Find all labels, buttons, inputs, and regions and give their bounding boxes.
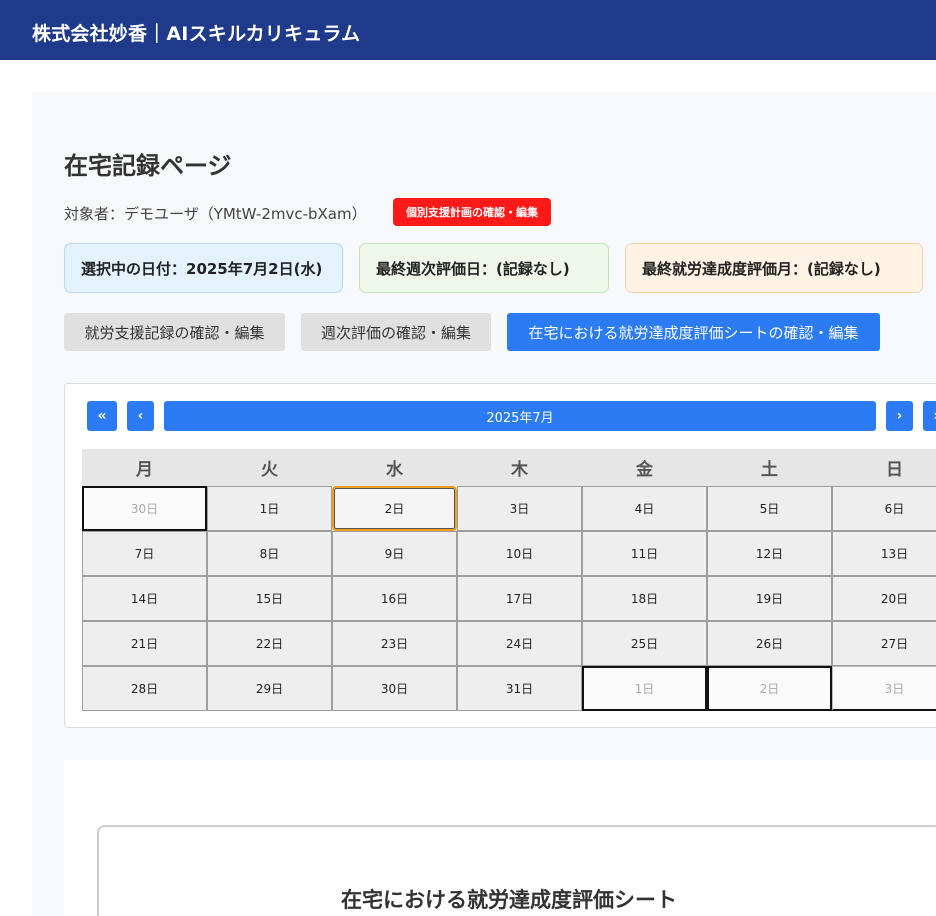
calendar-day[interactable]: 19日 bbox=[707, 576, 832, 621]
achievement-sheet-card: 在宅における就労達成度評価シート bbox=[97, 825, 936, 916]
calendar-day[interactable]: 20日 bbox=[832, 576, 936, 621]
selected-date-info: 選択中の日付：2025年7月2日(水) bbox=[64, 243, 343, 293]
top-header-bar: 株式会社妙香｜AIスキルカリキュラム bbox=[0, 0, 936, 60]
brand-title: 株式会社妙香｜AIスキルカリキュラム bbox=[32, 23, 361, 45]
weekday-fri: 金 bbox=[636, 460, 653, 480]
calendar-day[interactable]: 14日 bbox=[82, 576, 207, 621]
calendar-day[interactable]: 11日 bbox=[582, 531, 707, 576]
weekday-tue: 火 bbox=[261, 460, 278, 480]
calendar-day[interactable]: 1日 bbox=[207, 486, 332, 531]
calendar-day[interactable]: 4日 bbox=[582, 486, 707, 531]
calendar-day[interactable]: 17日 bbox=[457, 576, 582, 621]
calendar-day[interactable]: 8日 bbox=[207, 531, 332, 576]
calendar-day-selected[interactable]: 2日 bbox=[332, 486, 457, 531]
weekday-sun: 日 bbox=[886, 460, 903, 480]
weekday-thu: 木 bbox=[511, 460, 528, 480]
calendar: « ‹ 2025年7月 › » 月 火 水 木 金 土 日 30日1日2日3日4… bbox=[64, 383, 936, 728]
calendar-day[interactable]: 18日 bbox=[582, 576, 707, 621]
subject-user-label: 対象者：デモユーザ（YMtW-2mvc-bXam） bbox=[64, 205, 367, 223]
last-weekly-eval-info: 最終週次評価日：(記録なし) bbox=[359, 243, 609, 293]
last-monthly-eval-info: 最終就労達成度評価月：(記録なし) bbox=[625, 243, 923, 293]
calendar-day[interactable]: 9日 bbox=[332, 531, 457, 576]
next-year-button[interactable]: » bbox=[923, 401, 936, 431]
calendar-day[interactable]: 23日 bbox=[332, 621, 457, 666]
weekday-header: 月 火 水 木 金 土 日 bbox=[82, 449, 936, 486]
next-month-button[interactable]: › bbox=[886, 401, 913, 431]
calendar-day[interactable]: 29日 bbox=[207, 666, 332, 711]
calendar-day-outside-month[interactable]: 3日 bbox=[832, 666, 936, 711]
calendar-day[interactable]: 31日 bbox=[457, 666, 582, 711]
calendar-day[interactable]: 24日 bbox=[457, 621, 582, 666]
achievement-sheet-title: 在宅における就労達成度評価シート bbox=[341, 888, 677, 912]
calendar-day[interactable]: 7日 bbox=[82, 531, 207, 576]
weekday-mon: 月 bbox=[136, 460, 153, 480]
calendar-day[interactable]: 25日 bbox=[582, 621, 707, 666]
weekly-eval-button[interactable]: 週次評価の確認・編集 bbox=[301, 313, 491, 351]
calendar-day-outside-month[interactable]: 30日 bbox=[82, 486, 207, 531]
calendar-day[interactable]: 22日 bbox=[207, 621, 332, 666]
prev-year-button[interactable]: « bbox=[87, 401, 117, 431]
calendar-day-grid: 30日 1日 2日 3日 4日 5日 6日 7日 8日 9日 10日 11日 12日 13日 14日 15日 1… bbox=[82, 486, 936, 712]
calendar-day[interactable]: 3日 bbox=[457, 486, 582, 531]
calendar-day[interactable]: 10日 bbox=[457, 531, 582, 576]
work-support-record-button[interactable]: 就労支援記録の確認・編集 bbox=[64, 313, 285, 351]
calendar-day[interactable]: 13日 bbox=[832, 531, 936, 576]
calendar-day-outside-month[interactable]: 1日 bbox=[582, 666, 707, 711]
main-content: 在宅記録ページ 対象者：デモユーザ（YMtW-2mvc-bXam） 個別支援計画… bbox=[32, 92, 936, 916]
calendar-day[interactable]: 6日 bbox=[832, 486, 936, 531]
calendar-day[interactable]: 5日 bbox=[707, 486, 832, 531]
calendar-day[interactable]: 15日 bbox=[207, 576, 332, 621]
prev-month-button[interactable]: ‹ bbox=[127, 401, 154, 431]
month-label-button[interactable]: 2025年7月 bbox=[164, 401, 876, 431]
calendar-day[interactable]: 30日 bbox=[332, 666, 457, 711]
calendar-day[interactable]: 28日 bbox=[82, 666, 207, 711]
calendar-day[interactable]: 21日 bbox=[82, 621, 207, 666]
calendar-day[interactable]: 12日 bbox=[707, 531, 832, 576]
weekday-sat: 土 bbox=[761, 460, 778, 480]
calendar-day-outside-month[interactable]: 2日 bbox=[707, 666, 832, 711]
page-title: 在宅記録ページ bbox=[64, 152, 232, 180]
achievement-sheet-button[interactable]: 在宅における就労達成度評価シートの確認・編集 bbox=[507, 313, 880, 351]
support-plan-button[interactable]: 個別支援計画の確認・編集 bbox=[393, 198, 551, 226]
calendar-day[interactable]: 26日 bbox=[707, 621, 832, 666]
calendar-day[interactable]: 27日 bbox=[832, 621, 936, 666]
calendar-day[interactable]: 16日 bbox=[332, 576, 457, 621]
weekday-wed: 水 bbox=[386, 460, 403, 480]
achievement-sheet-section: 在宅における就労達成度評価シート bbox=[64, 760, 936, 916]
